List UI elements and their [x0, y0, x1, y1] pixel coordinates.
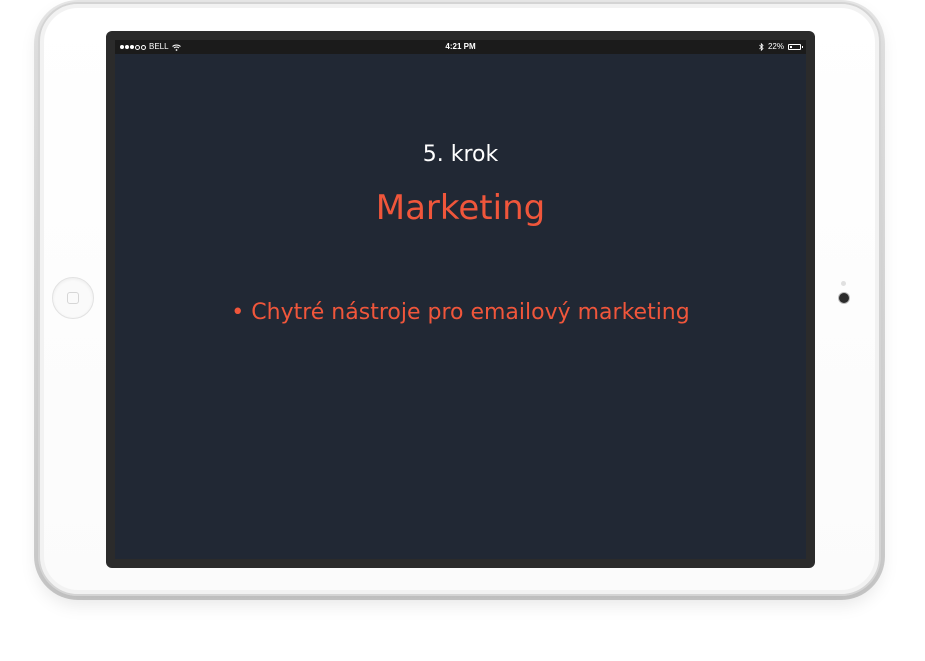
battery-percent: 22% — [767, 42, 784, 51]
home-button[interactable] — [52, 277, 94, 319]
bullet-glyph: • — [231, 300, 245, 325]
status-time: 4:21 PM — [445, 42, 476, 51]
battery-icon — [788, 44, 803, 50]
bullet-text: Chytré nástroje pro emailový marketing — [251, 300, 690, 325]
light-sensor — [841, 281, 846, 286]
status-bar: BELL 4:21 PM 22% — [115, 40, 806, 54]
bullet-list-item: • Chytré nástroje pro emailový marketing — [115, 300, 806, 325]
home-button-icon — [67, 292, 79, 304]
front-camera-icon — [839, 293, 849, 303]
battery-fill — [790, 46, 792, 48]
screen: BELL 4:21 PM 22% 5. krok Marketing • Chy… — [115, 40, 806, 559]
step-label: 5. krok — [422, 142, 499, 167]
bluetooth-icon — [759, 43, 764, 51]
status-bar-right: 22% — [759, 40, 803, 54]
slide-title: Marketing — [375, 188, 546, 228]
